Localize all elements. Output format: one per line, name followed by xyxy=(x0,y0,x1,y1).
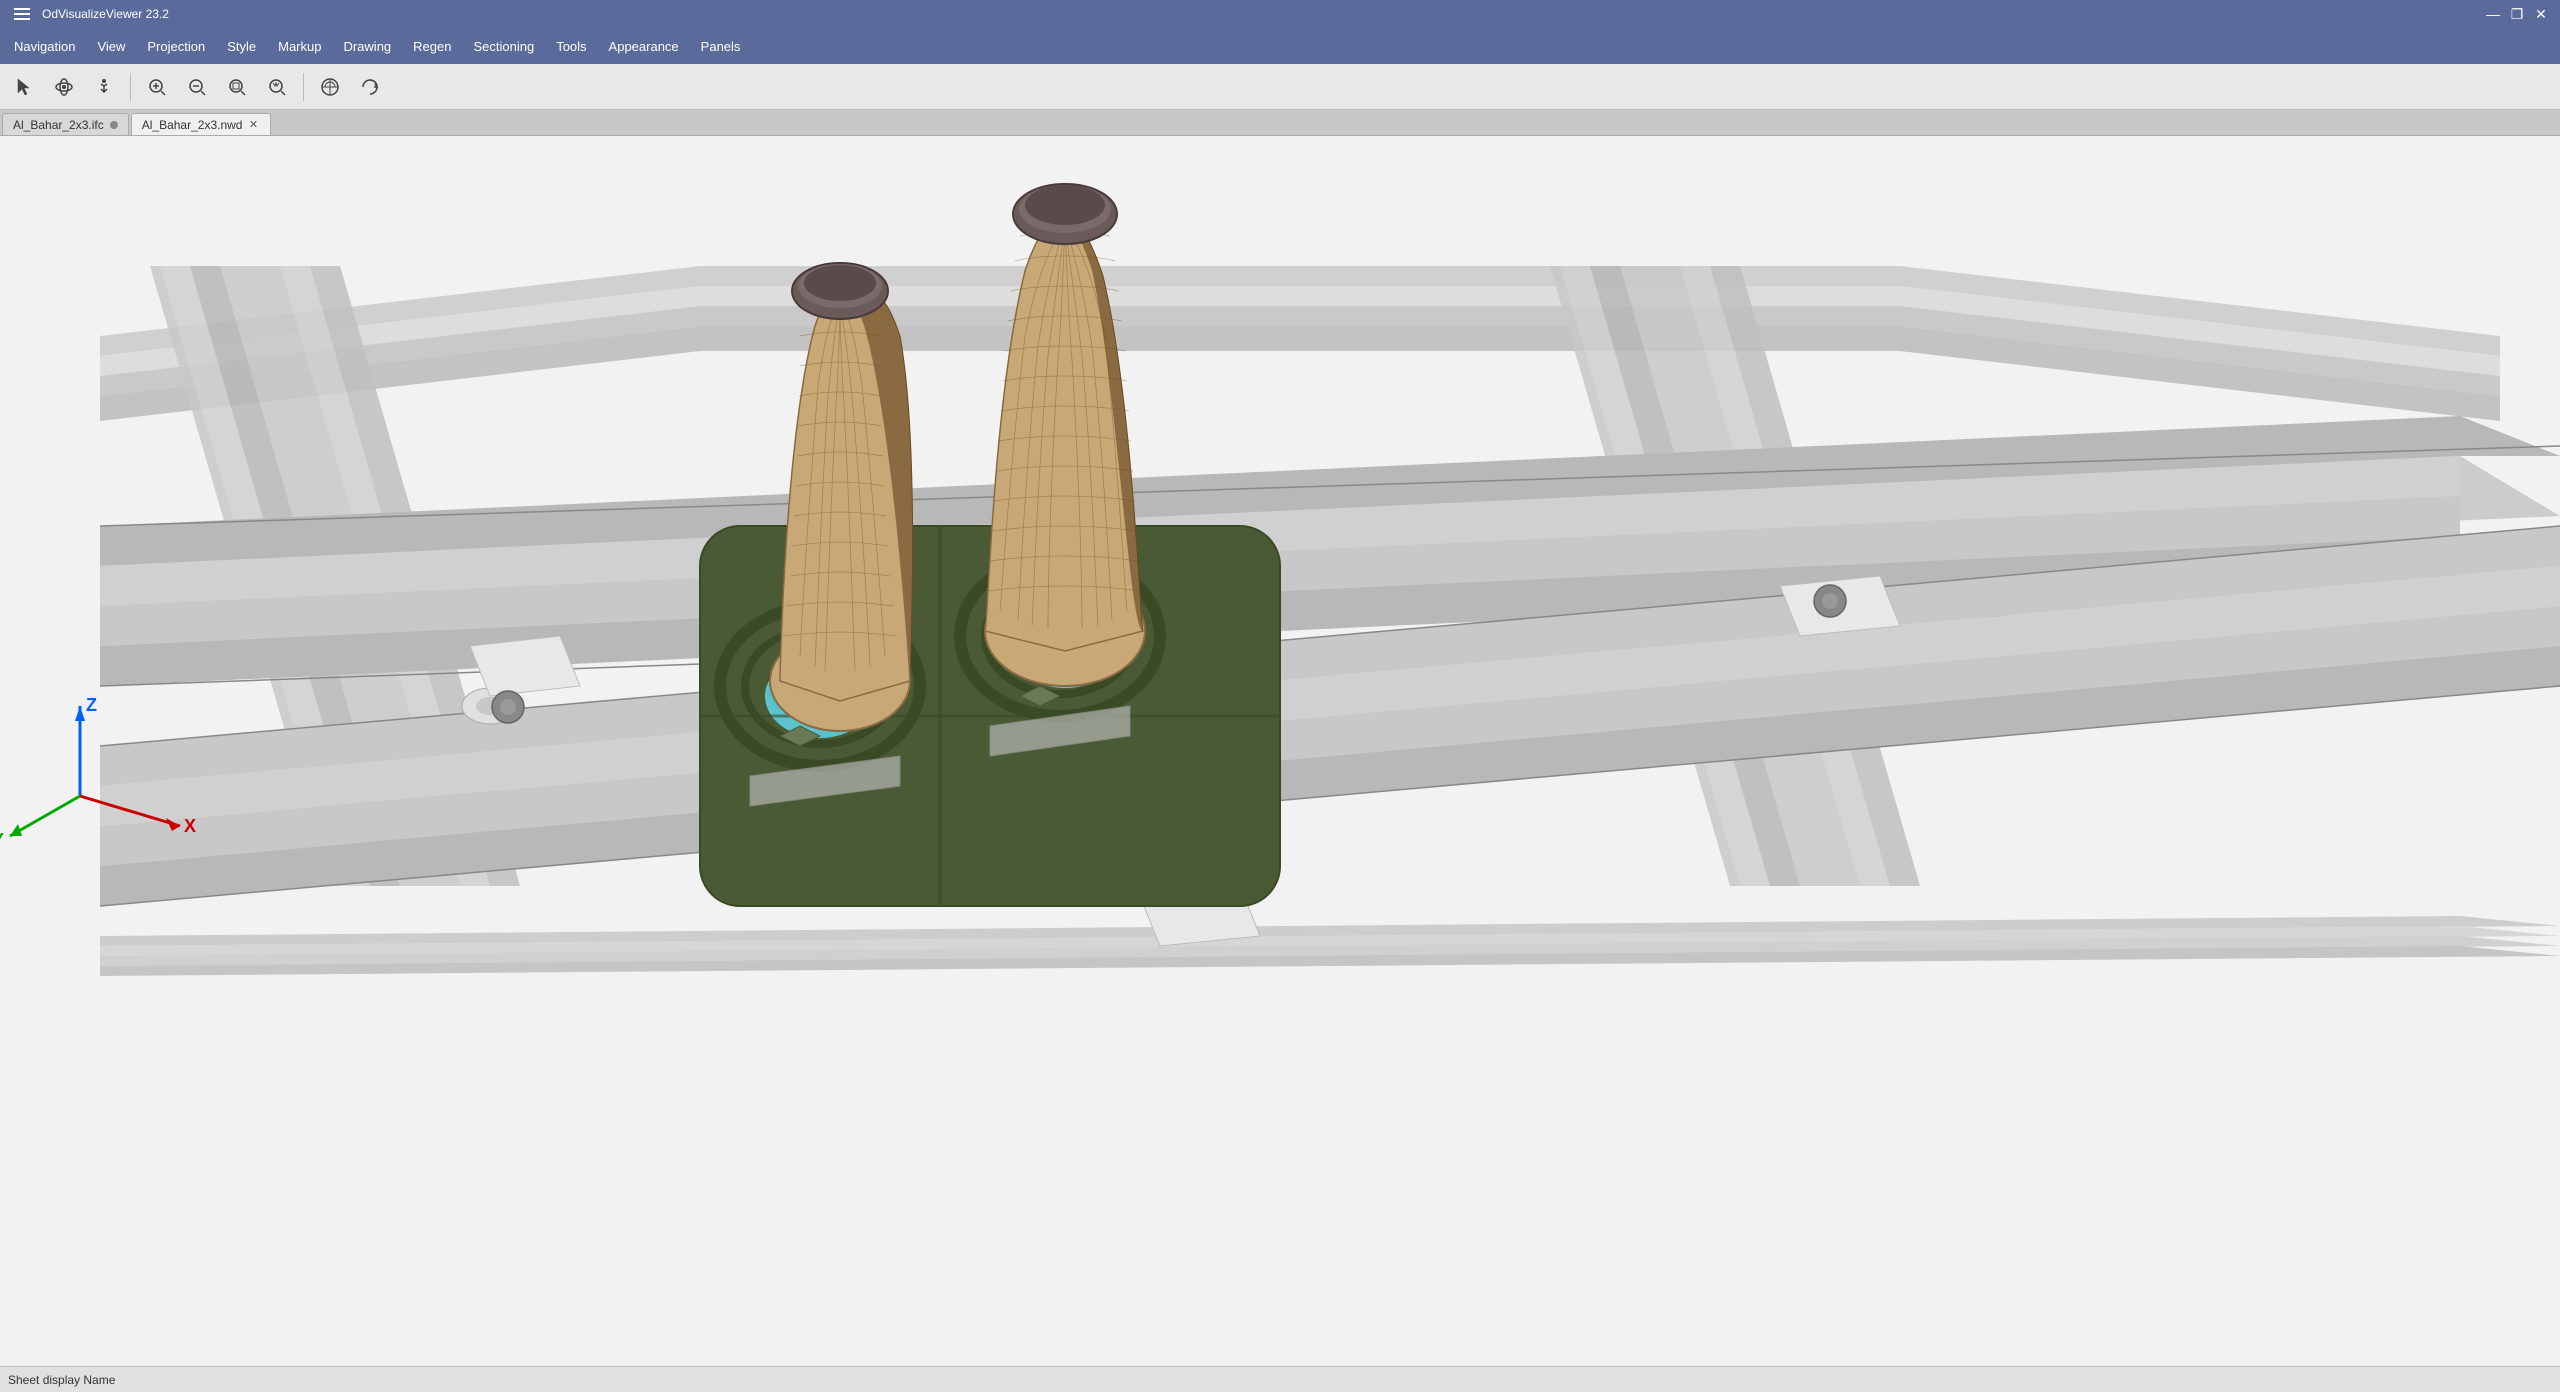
menu-projection[interactable]: Projection xyxy=(137,35,215,58)
tab-nwd-label: Al_Bahar_2x3.nwd xyxy=(142,118,243,132)
tool-orbit-3d[interactable] xyxy=(46,69,82,105)
close-button[interactable]: ✕ xyxy=(2532,5,2550,23)
menu-tools[interactable]: Tools xyxy=(546,35,596,58)
svg-text:Z: Z xyxy=(86,695,97,715)
toolbar-sep-1 xyxy=(130,73,131,101)
restore-button[interactable]: ❐ xyxy=(2508,5,2526,23)
menu-navigation[interactable]: Navigation xyxy=(4,35,85,58)
tool-zoom-in[interactable] xyxy=(139,69,175,105)
menu-markup[interactable]: Markup xyxy=(268,35,331,58)
tab-ifc-label: Al_Bahar_2x3.ifc xyxy=(13,118,104,132)
minimize-button[interactable]: — xyxy=(2484,5,2502,23)
toolbar-sep-2 xyxy=(303,73,304,101)
tool-zoom-window[interactable] xyxy=(219,69,255,105)
hamburger-menu[interactable] xyxy=(10,4,34,24)
app-title: OdVisualizeViewer 23.2 xyxy=(42,7,169,21)
title-bar: OdVisualizeViewer 23.2 — ❐ ✕ xyxy=(0,0,2560,28)
tab-nwd[interactable]: Al_Bahar_2x3.nwd ✕ xyxy=(131,113,272,135)
svg-text:Y: Y xyxy=(0,830,4,850)
menu-style[interactable]: Style xyxy=(217,35,266,58)
menu-appearance[interactable]: Appearance xyxy=(599,35,689,58)
tool-view-home[interactable] xyxy=(312,69,348,105)
menu-view[interactable]: View xyxy=(87,35,135,58)
tab-ifc[interactable]: Al_Bahar_2x3.ifc xyxy=(2,113,129,135)
tool-select[interactable] xyxy=(6,69,42,105)
tool-view-orbit[interactable] xyxy=(352,69,388,105)
menu-regen[interactable]: Regen xyxy=(403,35,461,58)
menu-drawing[interactable]: Drawing xyxy=(333,35,401,58)
title-bar-controls: — ❐ ✕ xyxy=(2484,5,2550,23)
menu-bar: Navigation View Projection Style Markup … xyxy=(0,28,2560,64)
tool-zoom-out[interactable] xyxy=(179,69,215,105)
tab-nwd-close[interactable]: ✕ xyxy=(246,118,260,132)
status-bar: Sheet display Name xyxy=(0,1366,2560,1392)
toolbar xyxy=(0,64,2560,110)
status-text: Sheet display Name xyxy=(8,1373,115,1387)
title-bar-left: OdVisualizeViewer 23.2 xyxy=(10,4,169,24)
3d-scene: Z Y X xyxy=(0,136,2560,1366)
menu-sectioning[interactable]: Sectioning xyxy=(463,35,544,58)
menu-panels[interactable]: Panels xyxy=(691,35,751,58)
tabs-bar: Al_Bahar_2x3.ifc Al_Bahar_2x3.nwd ✕ xyxy=(0,110,2560,136)
viewport[interactable]: Z Y X xyxy=(0,136,2560,1366)
tab-ifc-indicator xyxy=(110,121,118,129)
tool-walk[interactable] xyxy=(86,69,122,105)
svg-text:X: X xyxy=(184,816,196,836)
tool-zoom-extents[interactable] xyxy=(259,69,295,105)
